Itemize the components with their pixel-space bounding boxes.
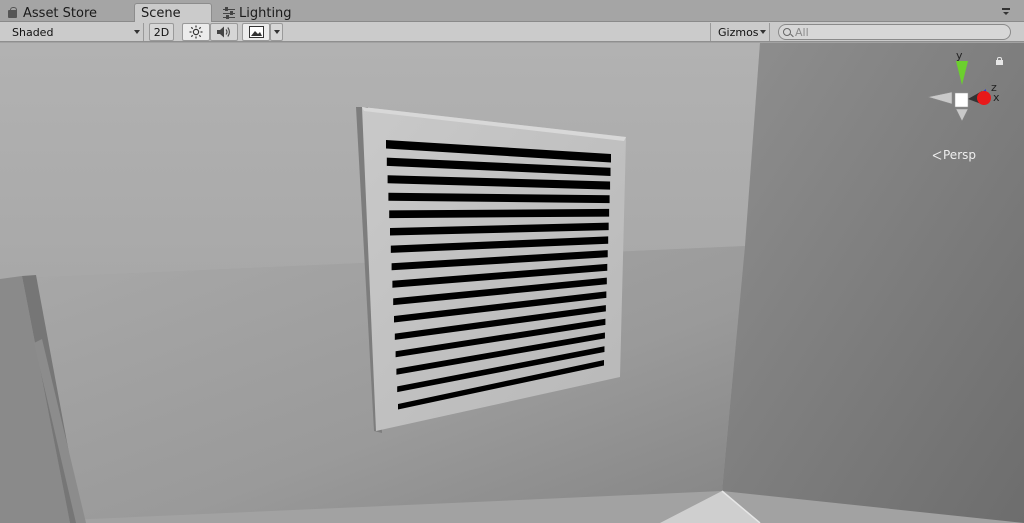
axis-gizmo-icon — [927, 61, 991, 122]
tab-asset-store[interactable]: Asset Store — [6, 4, 97, 22]
projection-toggle[interactable]: Persp — [932, 148, 976, 162]
bag-icon — [6, 6, 20, 20]
draw-mode-label: Shaded — [12, 25, 54, 39]
projection-label: Persp — [943, 148, 976, 162]
scene-audio-toggle[interactable] — [210, 23, 238, 41]
scene-lighting-toggle[interactable] — [182, 23, 210, 41]
tab-label: Lighting — [239, 5, 292, 21]
window-tab-bar: Asset Store Scene Lighting — [0, 0, 1024, 23]
vent-slat — [389, 208, 610, 219]
scene-viewport[interactable]: y z x Persp — [0, 43, 1024, 523]
window-menu-icon[interactable] — [1002, 8, 1010, 16]
tab-lighting[interactable]: Lighting — [222, 4, 292, 22]
gizmos-dropdown[interactable]: Gizmos — [710, 23, 770, 41]
chevron-left-icon — [932, 150, 942, 160]
tab-label: Asset Store — [23, 5, 98, 21]
chevron-down-icon — [760, 30, 766, 34]
effects-dropdown-button[interactable] — [270, 23, 283, 41]
lock-icon[interactable] — [996, 57, 1003, 65]
scene-search[interactable] — [778, 24, 1011, 40]
tab-scene[interactable]: Scene — [134, 3, 212, 23]
image-icon — [248, 26, 264, 38]
draw-mode-dropdown[interactable]: Shaded — [4, 23, 144, 41]
tab-label: Scene — [141, 6, 181, 21]
axis-y-label: y — [956, 49, 963, 62]
search-input[interactable] — [795, 25, 995, 39]
chevron-down-icon — [134, 30, 140, 34]
axis-x-label: x — [993, 91, 1000, 104]
gizmos-label: Gizmos — [718, 25, 759, 39]
sliders-icon — [222, 6, 236, 20]
2d-mode-label: 2D — [153, 25, 170, 39]
vent-grille — [356, 107, 626, 433]
scene-render — [0, 43, 1024, 523]
sun-icon — [189, 25, 203, 39]
search-icon — [783, 28, 791, 36]
speaker-icon — [217, 26, 230, 38]
orientation-gizmo[interactable]: y z x — [922, 49, 1002, 141]
scene-toolbar: Shaded 2D Gizmos — [0, 22, 1024, 42]
2d-mode-toggle[interactable]: 2D — [149, 23, 174, 41]
scene-effects-toggle[interactable] — [242, 23, 270, 41]
